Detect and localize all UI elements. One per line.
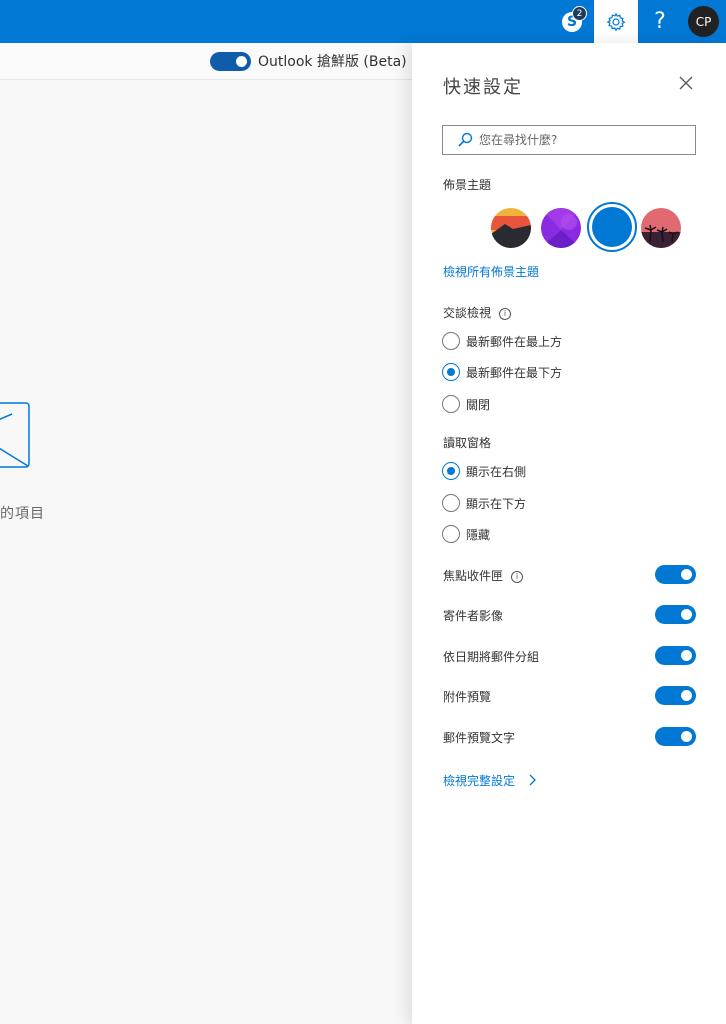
- theme-blue[interactable]: [592, 207, 632, 247]
- reading-pane-heading: 讀取窗格: [443, 436, 492, 450]
- view-full-settings-label: 檢視完整設定: [443, 774, 516, 788]
- conversation-heading-label: 交談檢視: [443, 306, 492, 320]
- toggle-row-sender-images: 寄件者影像: [443, 605, 696, 625]
- focused-inbox-label: 焦點收件匣: [443, 569, 504, 583]
- group-by-date-toggle[interactable]: [655, 646, 696, 665]
- radio-label: 顯示在右側: [466, 464, 527, 479]
- empty-mail-icon: [0, 402, 30, 468]
- reading-pane-option-hidden[interactable]: 隱藏: [442, 524, 490, 544]
- info-icon[interactable]: i: [511, 571, 524, 583]
- radio-label: 最新郵件在最下方: [466, 365, 563, 380]
- conversation-heading: 交談檢視 i: [443, 304, 512, 321]
- help-icon: ?: [654, 9, 666, 34]
- conversation-option-newest-bottom[interactable]: 最新郵件在最下方: [442, 362, 562, 382]
- toggle-row-attachment-preview: 附件預覽: [443, 686, 696, 706]
- radio-circle-selected: [442, 462, 460, 480]
- attachment-preview-toggle[interactable]: [655, 686, 696, 705]
- message-preview-text-toggle[interactable]: [655, 727, 696, 746]
- radio-circle-selected: [442, 363, 460, 381]
- beta-toggle[interactable]: [210, 52, 251, 71]
- panel-title: 快速設定: [443, 77, 523, 98]
- radio-circle: [442, 525, 460, 543]
- reading-pane-option-right[interactable]: 顯示在右側: [442, 461, 526, 481]
- reading-pane-option-bottom[interactable]: 顯示在下方: [442, 493, 526, 513]
- help-button[interactable]: ?: [638, 0, 682, 43]
- chevron-right-icon: [529, 774, 536, 786]
- toggle-row-focused-inbox: 焦點收件匣 i: [443, 565, 696, 585]
- toggle-label: 依日期將郵件分組: [443, 650, 540, 664]
- radio-label: 關閉: [466, 397, 491, 412]
- radio-label: 隱藏: [466, 527, 491, 542]
- settings-search-box[interactable]: [442, 125, 696, 155]
- gear-icon: [606, 12, 626, 31]
- quick-settings-panel: 快速設定 佈景主題: [412, 43, 726, 1024]
- settings-button[interactable]: [594, 0, 638, 43]
- conversation-option-newest-top[interactable]: 最新郵件在最上方: [442, 331, 562, 351]
- close-icon[interactable]: [678, 75, 694, 91]
- info-icon[interactable]: i: [499, 308, 512, 320]
- radio-label: 顯示在下方: [466, 496, 527, 511]
- search-icon: [458, 132, 473, 147]
- beta-label: Outlook 搶鮮版 (Beta): [258, 54, 407, 70]
- toggle-label: 寄件者影像: [443, 609, 504, 623]
- theme-purple[interactable]: [541, 208, 581, 248]
- theme-heading: 佈景主題: [443, 178, 492, 192]
- view-full-settings-link[interactable]: 檢視完整設定: [443, 772, 537, 789]
- toggle-label: 焦點收件匣 i: [443, 567, 524, 584]
- radio-label: 最新郵件在最上方: [466, 334, 563, 349]
- toggle-row-message-preview-text: 郵件預覽文字: [443, 727, 696, 747]
- mail-command-bar: Outlook 搶鮮版 (Beta): [0, 43, 412, 80]
- skype-unread-badge: 2: [572, 6, 587, 21]
- toggle-label: 附件預覽: [443, 690, 492, 704]
- skype-button[interactable]: S 2: [550, 0, 594, 43]
- conversation-option-off[interactable]: 關閉: [442, 394, 490, 414]
- toggle-label: 郵件預覽文字: [443, 731, 516, 745]
- focused-inbox-toggle[interactable]: [655, 565, 696, 584]
- avatar[interactable]: CP: [688, 6, 719, 37]
- radio-circle: [442, 395, 460, 413]
- search-input[interactable]: [479, 131, 679, 149]
- theme-palm-sunset[interactable]: [641, 208, 681, 248]
- empty-state-text: 的項目: [0, 506, 45, 522]
- top-bar: S 2 ? CP: [0, 0, 726, 43]
- theme-sunset-mountain[interactable]: [491, 208, 531, 248]
- view-all-themes-link[interactable]: 檢視所有佈景主題: [443, 263, 539, 280]
- toggle-row-group-by-date: 依日期將郵件分組: [443, 646, 696, 666]
- sender-images-toggle[interactable]: [655, 605, 696, 624]
- radio-circle: [442, 332, 460, 350]
- radio-circle: [442, 494, 460, 512]
